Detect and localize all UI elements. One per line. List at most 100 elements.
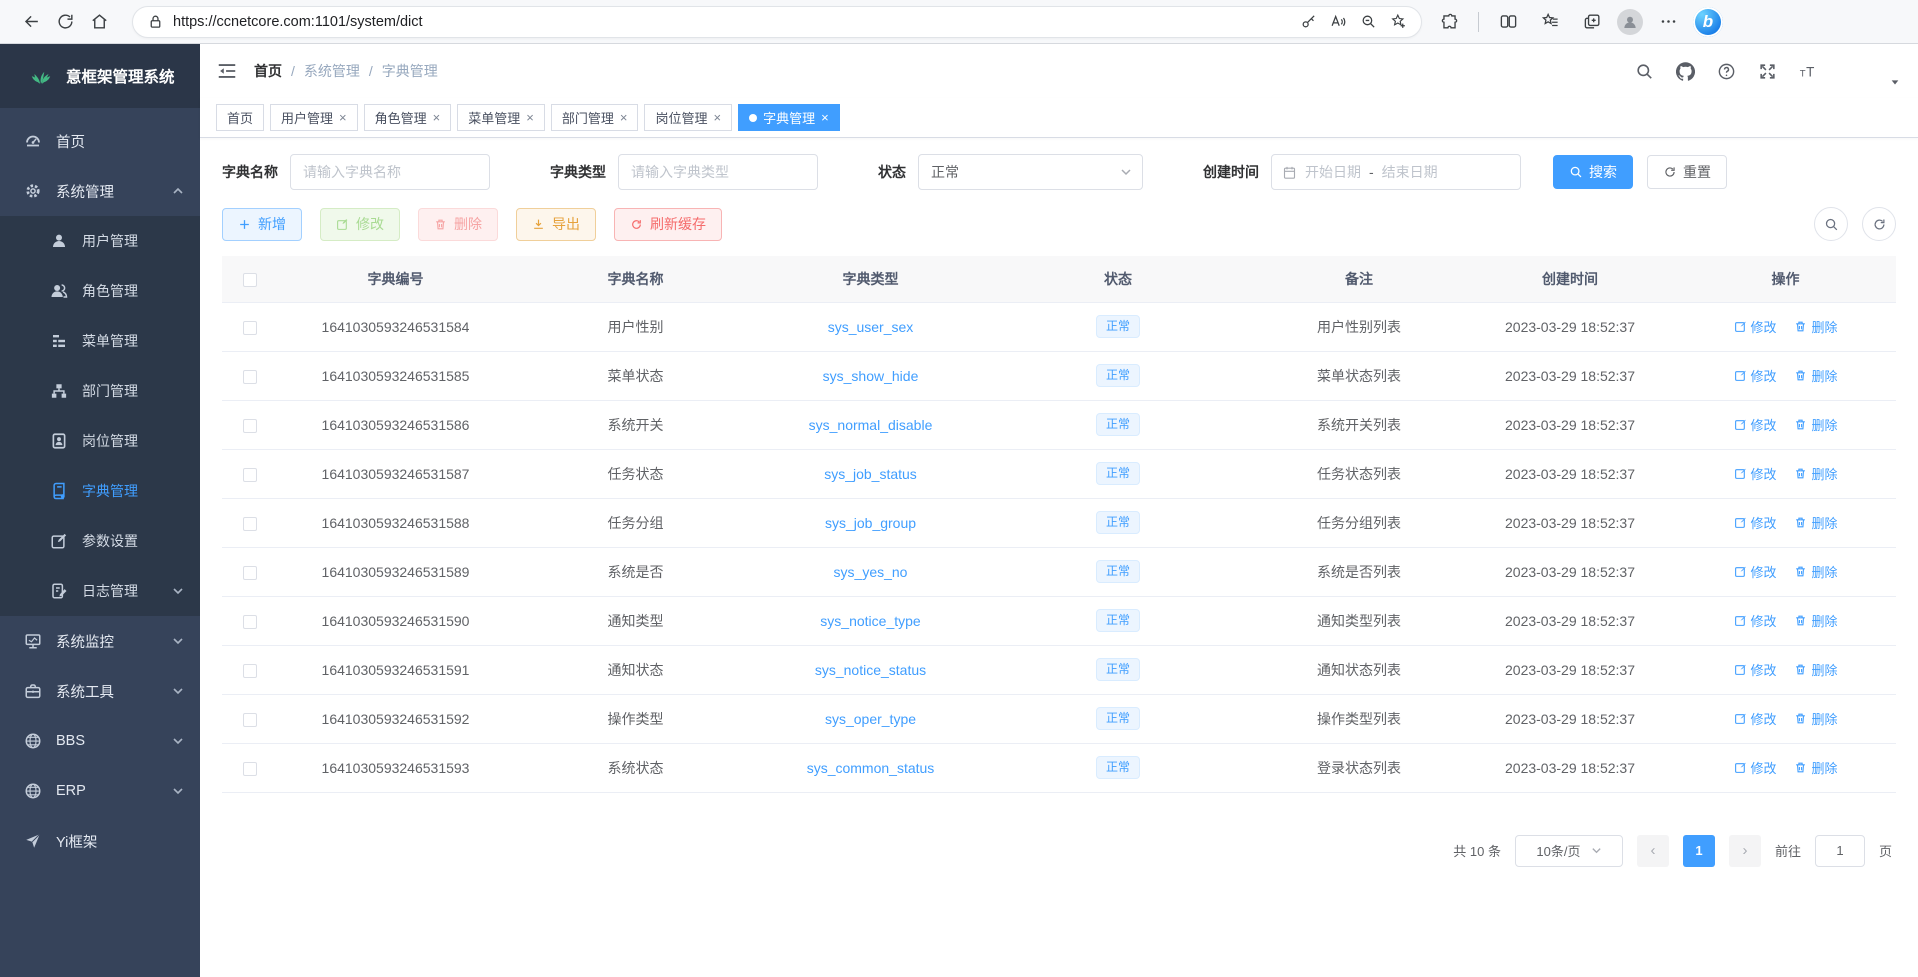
row-delete-link[interactable]: 删除 — [1794, 611, 1837, 630]
sidebar-item[interactable]: 部门管理 — [0, 366, 200, 416]
delete-button[interactable]: 删除 — [418, 208, 498, 241]
browser-profile-avatar[interactable] — [1617, 9, 1643, 35]
row-edit-link[interactable]: 修改 — [1734, 709, 1777, 728]
zoom-out-icon[interactable] — [1353, 8, 1383, 36]
close-tab-icon[interactable]: × — [821, 111, 829, 124]
add-button[interactable]: 新增 — [222, 208, 302, 241]
refresh-cache-button[interactable]: 刷新缓存 — [614, 208, 722, 241]
goto-page-input[interactable] — [1815, 835, 1865, 867]
password-key-icon[interactable] — [1293, 8, 1323, 36]
dict-type-link[interactable]: sys_notice_type — [820, 613, 920, 629]
row-edit-link[interactable]: 修改 — [1734, 660, 1777, 679]
sidebar-item[interactable]: 角色管理 — [0, 266, 200, 316]
sidebar-item[interactable]: 用户管理 — [0, 216, 200, 266]
close-tab-icon[interactable]: × — [620, 111, 628, 124]
row-delete-link[interactable]: 删除 — [1794, 660, 1837, 679]
sidebar-item[interactable]: Yi框架 — [0, 816, 200, 866]
browser-home-button[interactable] — [82, 5, 116, 39]
dict-type-link[interactable]: sys_oper_type — [825, 711, 916, 727]
row-edit-link[interactable]: 修改 — [1734, 415, 1777, 434]
row-checkbox[interactable] — [243, 615, 257, 629]
extensions-icon[interactable] — [1432, 5, 1466, 39]
dict-type-link[interactable]: sys_yes_no — [834, 564, 908, 580]
close-tab-icon[interactable]: × — [713, 111, 721, 124]
prev-page-button[interactable]: ‹ — [1637, 835, 1669, 867]
browser-back-button[interactable] — [14, 5, 48, 39]
split-screen-icon[interactable] — [1491, 5, 1525, 39]
row-checkbox[interactable] — [243, 762, 257, 776]
edit-button[interactable]: 修改 — [320, 208, 400, 241]
sidebar-item[interactable]: 菜单管理 — [0, 316, 200, 366]
sidebar-item[interactable]: 岗位管理 — [0, 416, 200, 466]
row-delete-link[interactable]: 删除 — [1794, 758, 1837, 777]
search-button[interactable]: 搜索 — [1553, 155, 1633, 189]
status-select[interactable]: 正常 — [918, 154, 1143, 190]
row-delete-link[interactable]: 删除 — [1794, 709, 1837, 728]
row-delete-link[interactable]: 删除 — [1794, 464, 1837, 483]
header-search-icon[interactable] — [1635, 62, 1654, 81]
bing-copilot-icon[interactable]: b — [1693, 7, 1723, 37]
dict-type-link[interactable]: sys_show_hide — [823, 368, 919, 384]
row-delete-link[interactable]: 删除 — [1794, 415, 1837, 434]
row-checkbox[interactable] — [243, 321, 257, 335]
row-edit-link[interactable]: 修改 — [1734, 464, 1777, 483]
view-tab[interactable]: 角色管理 × — [364, 104, 452, 131]
row-checkbox[interactable] — [243, 370, 257, 384]
github-icon[interactable] — [1676, 62, 1695, 81]
view-tab[interactable]: 部门管理 × — [551, 104, 639, 131]
row-delete-link[interactable]: 删除 — [1794, 562, 1837, 581]
sidebar-item[interactable]: BBS — [0, 716, 200, 766]
current-page[interactable]: 1 — [1683, 835, 1715, 867]
sidebar-item[interactable]: 系统管理 — [0, 166, 200, 216]
row-edit-link[interactable]: 修改 — [1734, 317, 1777, 336]
address-bar[interactable]: https://ccnetcore.com:1101/system/dict — [132, 6, 1422, 38]
row-delete-link[interactable]: 删除 — [1794, 366, 1837, 385]
row-checkbox[interactable] — [243, 664, 257, 678]
sidebar-item[interactable]: 日志管理 — [0, 566, 200, 616]
row-checkbox[interactable] — [243, 517, 257, 531]
close-tab-icon[interactable]: × — [433, 111, 441, 124]
row-checkbox[interactable] — [243, 419, 257, 433]
row-delete-link[interactable]: 删除 — [1794, 317, 1837, 336]
dict-name-input[interactable] — [290, 154, 490, 190]
export-button[interactable]: 导出 — [516, 208, 596, 241]
breadcrumb-home[interactable]: 首页 — [254, 61, 282, 81]
collapse-sidebar-icon[interactable] — [216, 60, 238, 82]
dict-type-input[interactable] — [618, 154, 818, 190]
row-edit-link[interactable]: 修改 — [1734, 562, 1777, 581]
sidebar-item[interactable]: ERP — [0, 766, 200, 816]
row-checkbox[interactable] — [243, 566, 257, 580]
date-range-picker[interactable]: 开始日期 - 结束日期 — [1271, 154, 1521, 190]
close-tab-icon[interactable]: × — [526, 111, 534, 124]
favorites-bar-icon[interactable] — [1533, 5, 1567, 39]
dict-type-link[interactable]: sys_job_status — [824, 466, 917, 482]
user-avatar[interactable] — [1840, 51, 1880, 91]
help-icon[interactable] — [1717, 62, 1736, 81]
dict-type-link[interactable]: sys_common_status — [807, 760, 935, 776]
more-menu-icon[interactable] — [1651, 5, 1685, 39]
reset-button[interactable]: 重置 — [1647, 155, 1727, 189]
page-size-select[interactable]: 10条/页 — [1515, 835, 1623, 867]
next-page-button[interactable]: › — [1729, 835, 1761, 867]
show-search-toggle-button[interactable] — [1814, 207, 1848, 241]
view-tab[interactable]: 用户管理 × — [270, 104, 358, 131]
row-edit-link[interactable]: 修改 — [1734, 758, 1777, 777]
row-edit-link[interactable]: 修改 — [1734, 366, 1777, 385]
sidebar-item[interactable]: 系统工具 — [0, 666, 200, 716]
collections-icon[interactable] — [1575, 5, 1609, 39]
row-checkbox[interactable] — [243, 468, 257, 482]
view-tab[interactable]: 菜单管理 × — [457, 104, 545, 131]
fullscreen-icon[interactable] — [1758, 62, 1777, 81]
dict-type-link[interactable]: sys_notice_status — [815, 662, 926, 678]
view-tab[interactable]: 岗位管理 × — [644, 104, 732, 131]
sidebar-item[interactable]: 系统监控 — [0, 616, 200, 666]
view-tab[interactable]: 首页 — [216, 104, 264, 131]
dict-type-link[interactable]: sys_normal_disable — [809, 417, 933, 433]
browser-refresh-button[interactable] — [48, 5, 82, 39]
dict-type-link[interactable]: sys_job_group — [825, 515, 916, 531]
sidebar-item[interactable]: 首页 — [0, 116, 200, 166]
row-checkbox[interactable] — [243, 713, 257, 727]
refresh-table-button[interactable] — [1862, 207, 1896, 241]
favorite-star-icon[interactable] — [1383, 8, 1413, 36]
dict-type-link[interactable]: sys_user_sex — [828, 319, 914, 335]
